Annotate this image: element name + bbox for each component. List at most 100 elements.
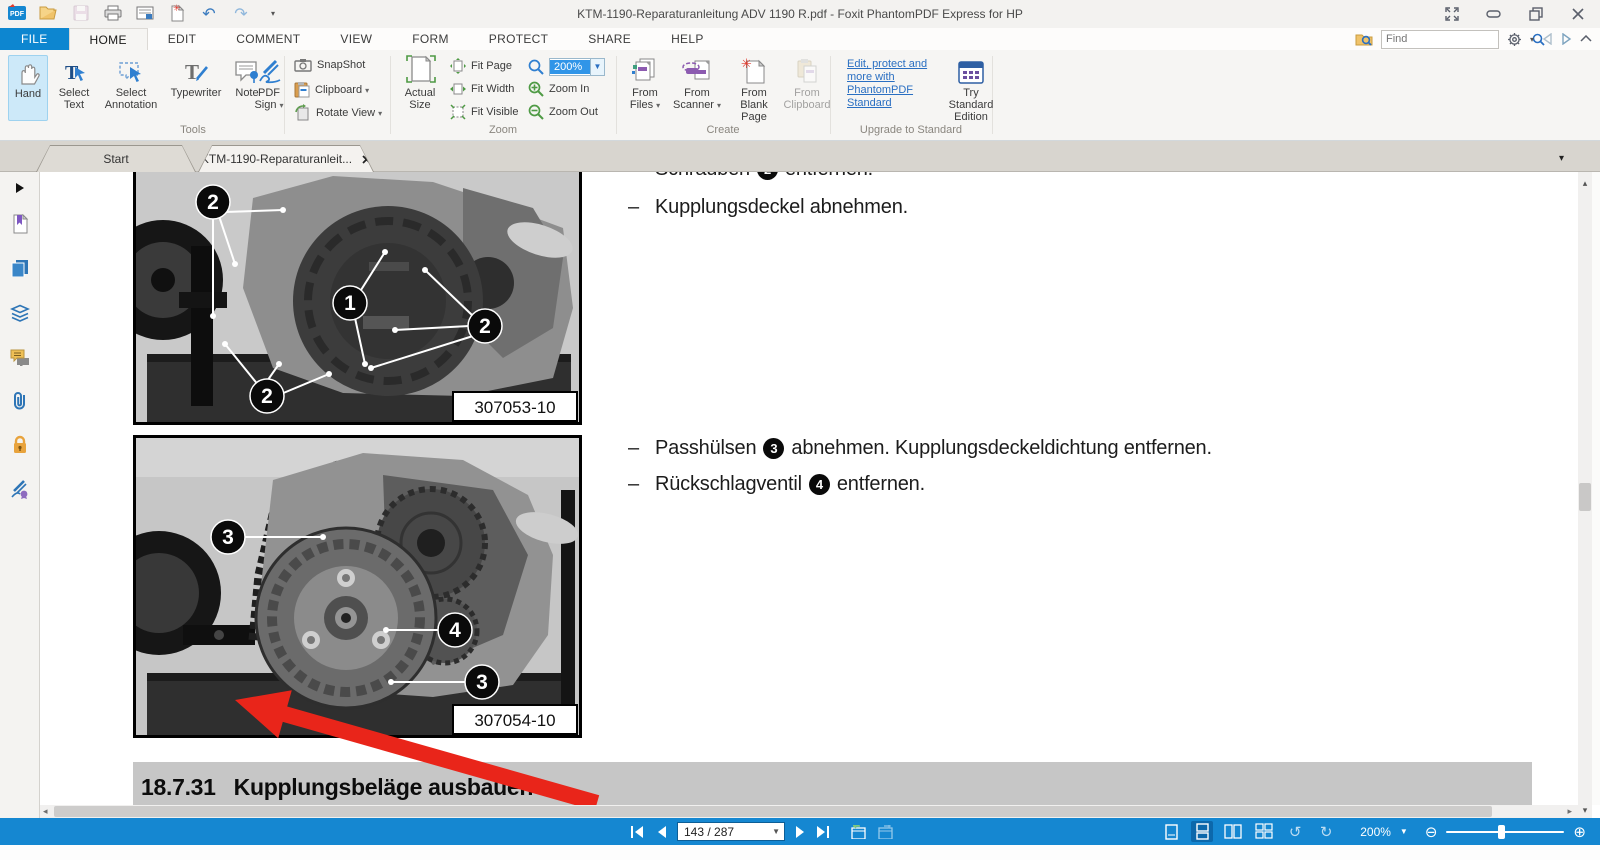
single-page-view-button[interactable] xyxy=(1160,821,1182,842)
tab-help[interactable]: HELP xyxy=(651,28,724,50)
fit-width-button[interactable]: Fit Width xyxy=(450,81,514,97)
scroll-right-icon[interactable]: ▸ xyxy=(1567,805,1572,818)
facing-view-button[interactable] xyxy=(1222,821,1244,842)
zoom-slider[interactable] xyxy=(1446,831,1564,833)
minimize-icon[interactable] xyxy=(1482,4,1506,24)
clipboard-button[interactable]: Clipboard xyxy=(294,81,369,98)
save-button[interactable] xyxy=(70,2,92,24)
page-dropdown-icon[interactable]: ▼ xyxy=(768,827,784,836)
previous-page-button[interactable] xyxy=(656,822,667,842)
open-file-button[interactable] xyxy=(38,2,60,24)
find-box xyxy=(1381,30,1499,49)
section-title: Kupplungsbeläge ausbauen xyxy=(234,774,534,801)
rotate-view-button[interactable]: Rotate View xyxy=(294,104,382,121)
fit-width-icon xyxy=(450,81,466,97)
previous-view-history-button[interactable] xyxy=(850,822,867,842)
from-clipboard-button[interactable]: From Clipboard xyxy=(784,55,830,111)
rotate-right-icon[interactable]: ↻ xyxy=(1315,821,1337,842)
next-view-icon[interactable] xyxy=(1561,33,1572,45)
customize-toolbar-dropdown-icon[interactable]: ▾ xyxy=(262,2,284,24)
zoom-level-combo[interactable]: 200%▼ xyxy=(549,58,605,76)
doc-tab-ktm[interactable]: KTM-1190-Reparaturanleit... xyxy=(198,145,374,172)
next-page-button[interactable] xyxy=(795,822,806,842)
horizontal-scroll-thumb[interactable] xyxy=(54,806,1492,817)
vertical-scrollbar[interactable]: ▴ ▾ xyxy=(1578,172,1592,818)
upgrade-link[interactable]: Edit, protect and more with PhantomPDF S… xyxy=(847,58,949,110)
continuous-facing-view-button[interactable] xyxy=(1253,821,1275,842)
section-heading: 18.7.31 Kupplungsbeläge ausbauen xyxy=(133,762,1532,805)
from-blank-page-button[interactable]: ✳ From Blank Page xyxy=(726,55,782,123)
quick-access-toolbar: PDF ✳ ↶ ↷ ▾ xyxy=(6,2,284,24)
tab-form[interactable]: FORM xyxy=(392,28,469,50)
typewriter-button[interactable]: T Typewriter xyxy=(166,55,226,99)
zoom-dropdown-icon[interactable]: ▼ xyxy=(1400,827,1408,836)
tab-view[interactable]: VIEW xyxy=(320,28,392,50)
next-view-history-button[interactable] xyxy=(877,822,894,842)
settings-gear-icon[interactable] xyxy=(1507,32,1522,47)
doc-tab-start-label: Start xyxy=(103,152,128,166)
vertical-scroll-thumb[interactable] xyxy=(1579,483,1591,511)
fullscreen-icon[interactable] xyxy=(1440,4,1464,24)
zoom-out-button[interactable]: Zoom Out xyxy=(528,104,598,120)
snapshot-button[interactable]: SnapShot xyxy=(294,58,365,72)
settings-dropdown-icon[interactable]: ▾ xyxy=(1530,35,1534,44)
figure-marker: 2 xyxy=(207,191,219,214)
attachments-icon[interactable] xyxy=(10,390,30,410)
scroll-down-icon[interactable]: ▾ xyxy=(1578,805,1592,816)
tab-edit[interactable]: EDIT xyxy=(148,28,217,50)
actual-size-button[interactable]: Actual Size xyxy=(398,55,442,111)
tab-list-chevron-icon[interactable]: ▾ xyxy=(1559,153,1564,164)
view-controls: ↺ ↻ 200% ▼ ⊖ ⊕ xyxy=(1160,818,1586,845)
email-button[interactable] xyxy=(134,2,156,24)
zoom-in-button[interactable]: Zoom In xyxy=(528,81,589,97)
last-page-button[interactable] xyxy=(816,822,832,842)
select-text-button[interactable]: T Select Text xyxy=(52,55,96,111)
document-viewport[interactable]: 2 1 2 2 307053-10 –Schrauben2entfernen. … xyxy=(40,172,1578,805)
zoom-out-circle-icon[interactable]: ⊖ xyxy=(1425,822,1438,842)
security-icon[interactable] xyxy=(10,434,30,454)
from-files-button[interactable]: From Files xyxy=(624,55,666,112)
zoom-level-value[interactable]: 200% xyxy=(550,60,590,74)
search-folder-icon[interactable] xyxy=(1355,32,1373,47)
fit-page-button[interactable]: Fit Page xyxy=(450,58,512,74)
signature-icon[interactable] xyxy=(10,479,30,499)
previous-view-icon[interactable] xyxy=(1542,33,1553,45)
pdf-sign-button[interactable]: PDF Sign xyxy=(252,55,286,112)
redo-button[interactable]: ↷ xyxy=(230,2,252,24)
panel-expand-arrow-icon[interactable] xyxy=(10,178,30,198)
scroll-up-icon[interactable]: ▴ xyxy=(1578,178,1592,189)
page-thumbnails-icon[interactable] xyxy=(10,258,30,278)
continuous-view-button[interactable] xyxy=(1191,821,1213,842)
doc-tab-start[interactable]: Start xyxy=(36,145,196,172)
from-scanner-button[interactable]: From Scanner xyxy=(672,55,722,112)
step-marker: 2 xyxy=(757,172,778,180)
bookmarks-icon[interactable] xyxy=(10,214,30,234)
zoom-slider-handle[interactable] xyxy=(1498,825,1505,839)
from-clipboard-icon xyxy=(795,55,819,85)
hand-tool-button[interactable]: Hand xyxy=(8,55,48,121)
collapse-ribbon-icon[interactable] xyxy=(1580,35,1592,43)
first-page-button[interactable] xyxy=(630,822,646,842)
zoom-percentage[interactable]: 200% xyxy=(1360,825,1391,839)
close-icon[interactable] xyxy=(1566,4,1590,24)
fit-visible-button[interactable]: Fit Visible xyxy=(450,104,518,120)
tab-share[interactable]: SHARE xyxy=(568,28,651,50)
tab-comment[interactable]: COMMENT xyxy=(216,28,320,50)
scroll-left-icon[interactable]: ◂ xyxy=(43,805,48,818)
undo-button[interactable]: ↶ xyxy=(198,2,220,24)
page-number-input[interactable] xyxy=(678,825,768,839)
rotate-left-icon[interactable]: ↺ xyxy=(1284,821,1306,842)
zoom-in-circle-icon[interactable]: ⊕ xyxy=(1573,822,1586,842)
horizontal-scrollbar[interactable]: ◂ ▸ xyxy=(40,805,1578,818)
select-annotation-button[interactable]: Select Annotation xyxy=(100,55,162,111)
layers-icon[interactable] xyxy=(10,303,30,323)
new-document-button[interactable]: ✳ xyxy=(166,2,188,24)
tab-file[interactable]: FILE xyxy=(0,28,69,50)
tab-protect[interactable]: PROTECT xyxy=(469,28,568,50)
zoom-level-dropdown-icon[interactable]: ▼ xyxy=(590,59,604,75)
print-button[interactable] xyxy=(102,2,124,24)
tab-home[interactable]: HOME xyxy=(69,28,148,50)
comments-icon[interactable] xyxy=(10,347,30,367)
restore-icon[interactable] xyxy=(1524,4,1548,24)
try-standard-button[interactable]: Try Standard Edition xyxy=(952,55,990,123)
